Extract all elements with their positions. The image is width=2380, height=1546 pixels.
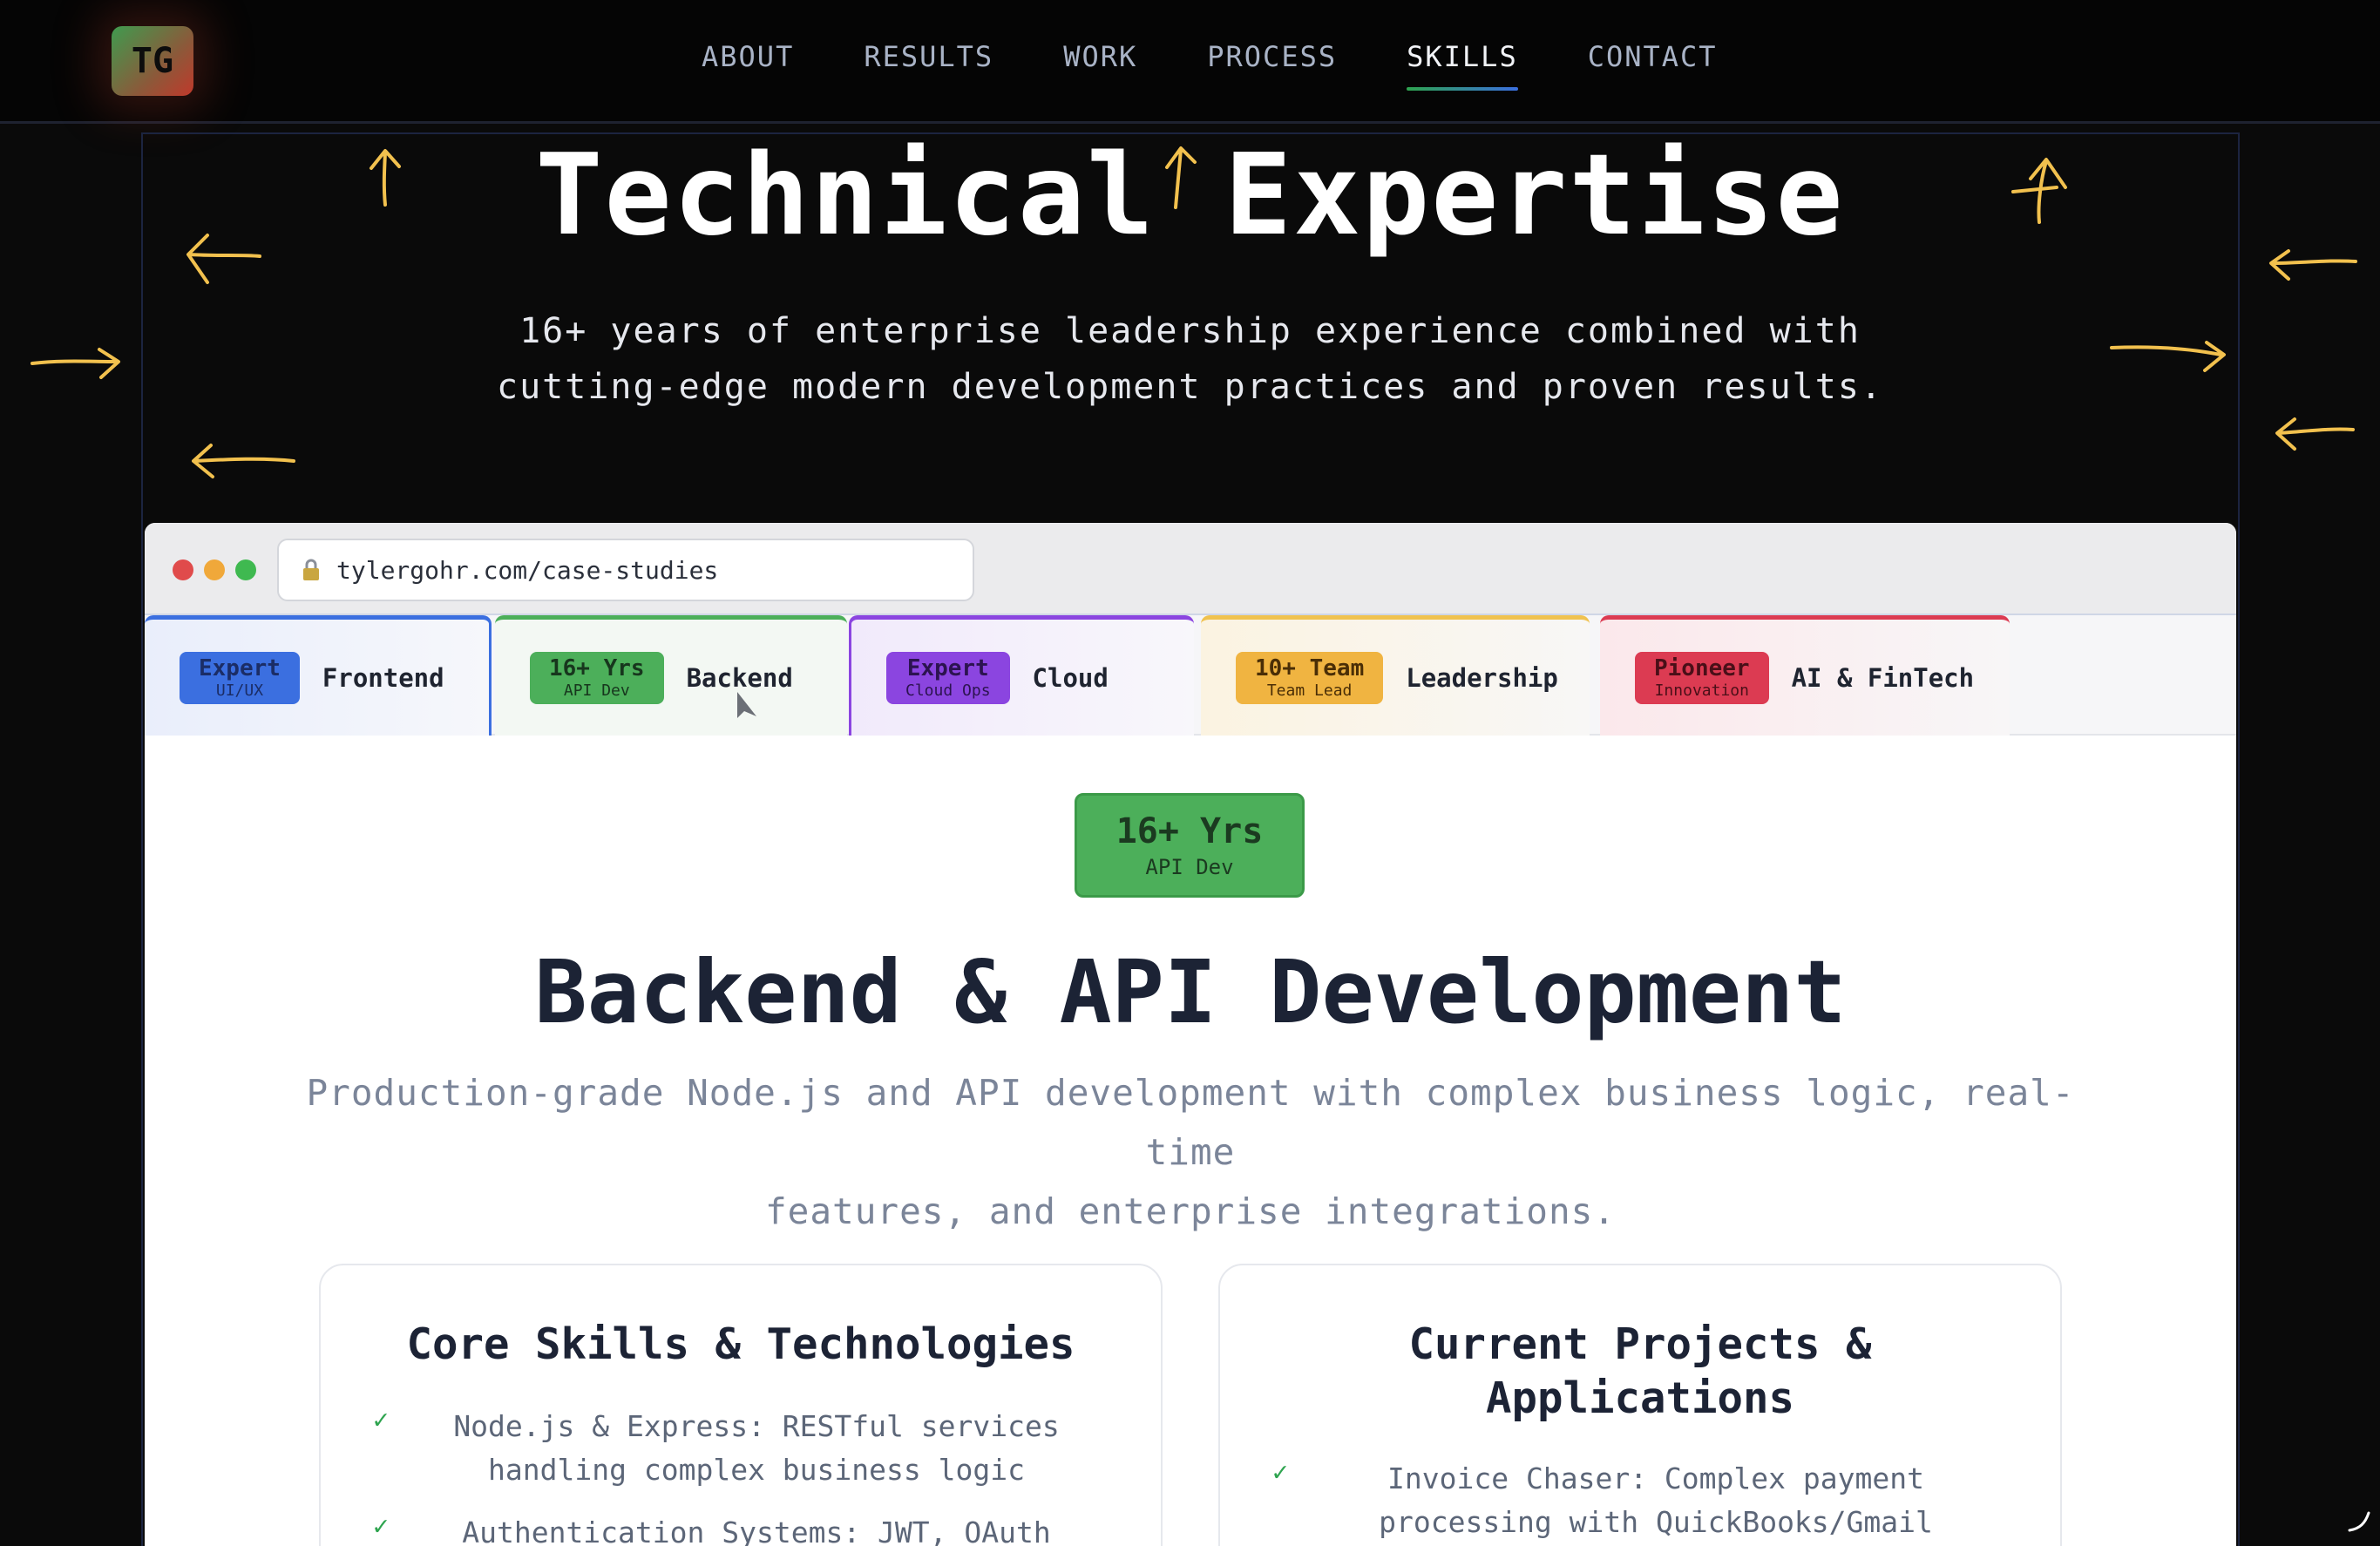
top-nav: TG ABOUT RESULTS WORK PROCESS SKILLS CON… xyxy=(0,0,2380,124)
tab-frontend[interactable]: Expert UI/UX Frontend xyxy=(145,615,492,736)
nav-links: ABOUT RESULTS WORK PROCESS SKILLS CONTAC… xyxy=(702,40,1718,91)
current-projects-card: Current Projects & Applications ✓ Invoic… xyxy=(1218,1264,2062,1546)
list-item: ✓ Node.js & Express: RESTful services ha… xyxy=(373,1405,1122,1492)
section-subtitle-line-2: features, and enterprise integrations. xyxy=(765,1190,1616,1232)
section-title: Backend & API Development xyxy=(534,941,1847,1043)
nav-link-about[interactable]: ABOUT xyxy=(702,40,794,73)
core-skills-card: Core Skills & Technologies ✓ Node.js & E… xyxy=(319,1264,1163,1546)
tab-label: Frontend xyxy=(322,662,444,693)
nav-link-results[interactable]: RESULTS xyxy=(864,40,993,73)
resize-corner-icon xyxy=(2348,1511,2370,1532)
skill-tabs: Expert UI/UX Frontend 16+ Yrs API Dev Ba… xyxy=(145,615,2236,736)
card-title: Current Projects & Applications xyxy=(1408,1319,1872,1423)
url-text: tylergohr.com/case-studies xyxy=(336,555,719,585)
nav-link-contact[interactable]: CONTACT xyxy=(1588,40,1718,73)
tab-badge: 10+ Team Team Lead xyxy=(1236,651,1384,704)
arrow-up-icon xyxy=(370,149,401,207)
nav-link-process[interactable]: PROCESS xyxy=(1207,40,1337,73)
tab-leadership[interactable]: 10+ Team Team Lead Leadership xyxy=(1201,615,1590,736)
tab-ai-fintech[interactable]: Pioneer Innovation AI & FinTech xyxy=(1600,615,2010,736)
hero-subtitle: 16+ years of enterprise leadership exper… xyxy=(488,303,1892,415)
arrow-right-icon xyxy=(2110,341,2226,372)
lock-icon xyxy=(303,559,319,580)
arrow-left-icon xyxy=(192,444,295,478)
arrow-left-icon xyxy=(2275,417,2355,451)
card-title: Core Skills & Technologies xyxy=(406,1319,1075,1369)
list-item: ✓ Authentication Systems: JWT, OAuth 2.0… xyxy=(373,1511,1122,1546)
maximize-dot-icon[interactable] xyxy=(235,559,256,580)
tab-label: Leadership xyxy=(1406,662,1558,693)
hero-subtitle-line-2: cutting-edge modern development practice… xyxy=(496,367,1883,407)
arrow-up-icon xyxy=(2011,158,2067,224)
tab-badge: Pioneer Innovation xyxy=(1635,651,1769,704)
minimize-dot-icon[interactable] xyxy=(204,559,225,580)
nav-link-skills[interactable]: SKILLS xyxy=(1407,40,1518,91)
arrow-left-icon xyxy=(2269,249,2357,281)
check-icon: ✓ xyxy=(373,1405,390,1435)
list-item-text: Authentication Systems: JWT, OAuth 2.0, xyxy=(462,1515,1051,1546)
address-bar[interactable]: tylergohr.com/case-studies xyxy=(277,539,974,601)
section-subtitle-line-1: Production-grade Node.js and API develop… xyxy=(306,1072,2075,1173)
tab-label: AI & FinTech xyxy=(1791,662,1975,693)
arrow-up-icon xyxy=(1165,146,1197,209)
arrow-left-icon xyxy=(186,234,261,284)
list-item-text: Node.js & Express: RESTful services hand… xyxy=(453,1409,1060,1487)
browser-window: tylergohr.com/case-studies Expert UI/UX … xyxy=(145,523,2236,1546)
tab-label: Cloud xyxy=(1032,662,1109,693)
experience-badge: 16+ Yrs API Dev xyxy=(1075,793,1305,898)
list-item-text: Invoice Chaser: Complex payment processi… xyxy=(1379,1461,1933,1539)
tab-badge: Expert Cloud Ops xyxy=(886,651,1010,704)
section-subtitle: Production-grade Node.js and API develop… xyxy=(302,1063,2079,1241)
cursor-icon xyxy=(737,692,756,718)
hero-subtitle-line-1: 16+ years of enterprise leadership exper… xyxy=(519,311,1861,351)
tab-badge: Expert UI/UX xyxy=(180,651,300,704)
frame-right-line xyxy=(2238,132,2240,1546)
browser-chrome: tylergohr.com/case-studies xyxy=(145,523,2236,615)
logo[interactable]: TG xyxy=(112,26,193,96)
check-icon: ✓ xyxy=(1272,1457,1289,1488)
tab-label: Backend xyxy=(686,662,793,693)
tab-cloud[interactable]: Expert Cloud Ops Cloud xyxy=(849,615,1194,736)
nav-link-work[interactable]: WORK xyxy=(1063,40,1137,73)
close-dot-icon[interactable] xyxy=(173,559,193,580)
tab-backend[interactable]: 16+ Yrs API Dev Backend xyxy=(495,615,847,736)
check-icon: ✓ xyxy=(373,1511,390,1542)
tab-badge: 16+ Yrs API Dev xyxy=(530,651,664,704)
list-item: ✓ Invoice Chaser: Complex payment proces… xyxy=(1272,1457,2022,1544)
arrow-right-icon xyxy=(31,348,120,379)
frame-left-line xyxy=(141,132,143,1546)
